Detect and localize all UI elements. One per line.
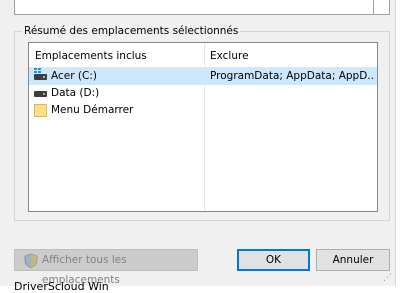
resize-grip-icon[interactable]: ⋰ — [383, 273, 393, 283]
list-header: Emplacements inclus Exclure — [29, 43, 377, 68]
list-row-data[interactable]: Data (D:) — [29, 85, 377, 102]
list-row-menu-demarrer[interactable]: Menu Démarrer — [29, 102, 377, 119]
row-exclude — [210, 102, 374, 119]
background-window-text: DriverScloud Win — [14, 280, 109, 293]
drive-icon — [34, 87, 47, 100]
list-row-acer[interactable]: Acer (C:) ProgramData; AppData; AppD... — [29, 68, 377, 85]
group-title: Résumé des emplacements sélectionnés — [22, 24, 241, 38]
show-all-locations-button[interactable]: Afficher tous les emplacements — [14, 249, 198, 286]
folder-icon — [34, 104, 47, 117]
locations-listview[interactable]: Emplacements inclus Exclure Acer (C:) Pr… — [28, 42, 378, 212]
column-header-exclude[interactable]: Exclure — [204, 43, 377, 67]
row-exclude — [210, 85, 374, 102]
cancel-button[interactable]: Annuler — [316, 249, 390, 271]
windows-drive-icon — [34, 68, 47, 83]
cancel-label: Annuler — [332, 254, 374, 266]
upper-list-remnant — [14, 0, 390, 15]
uac-shield-icon — [24, 253, 38, 268]
ok-label: OK — [265, 254, 282, 266]
row-name: Acer (C:) — [51, 70, 97, 82]
ok-button[interactable]: OK — [237, 249, 310, 271]
row-name: Menu Démarrer — [51, 104, 134, 116]
column-header-included[interactable]: Emplacements inclus — [29, 43, 204, 67]
row-exclude: ProgramData; AppData; AppD... — [210, 70, 374, 82]
window-edge — [395, 0, 404, 286]
row-name: Data (D:) — [51, 87, 100, 99]
